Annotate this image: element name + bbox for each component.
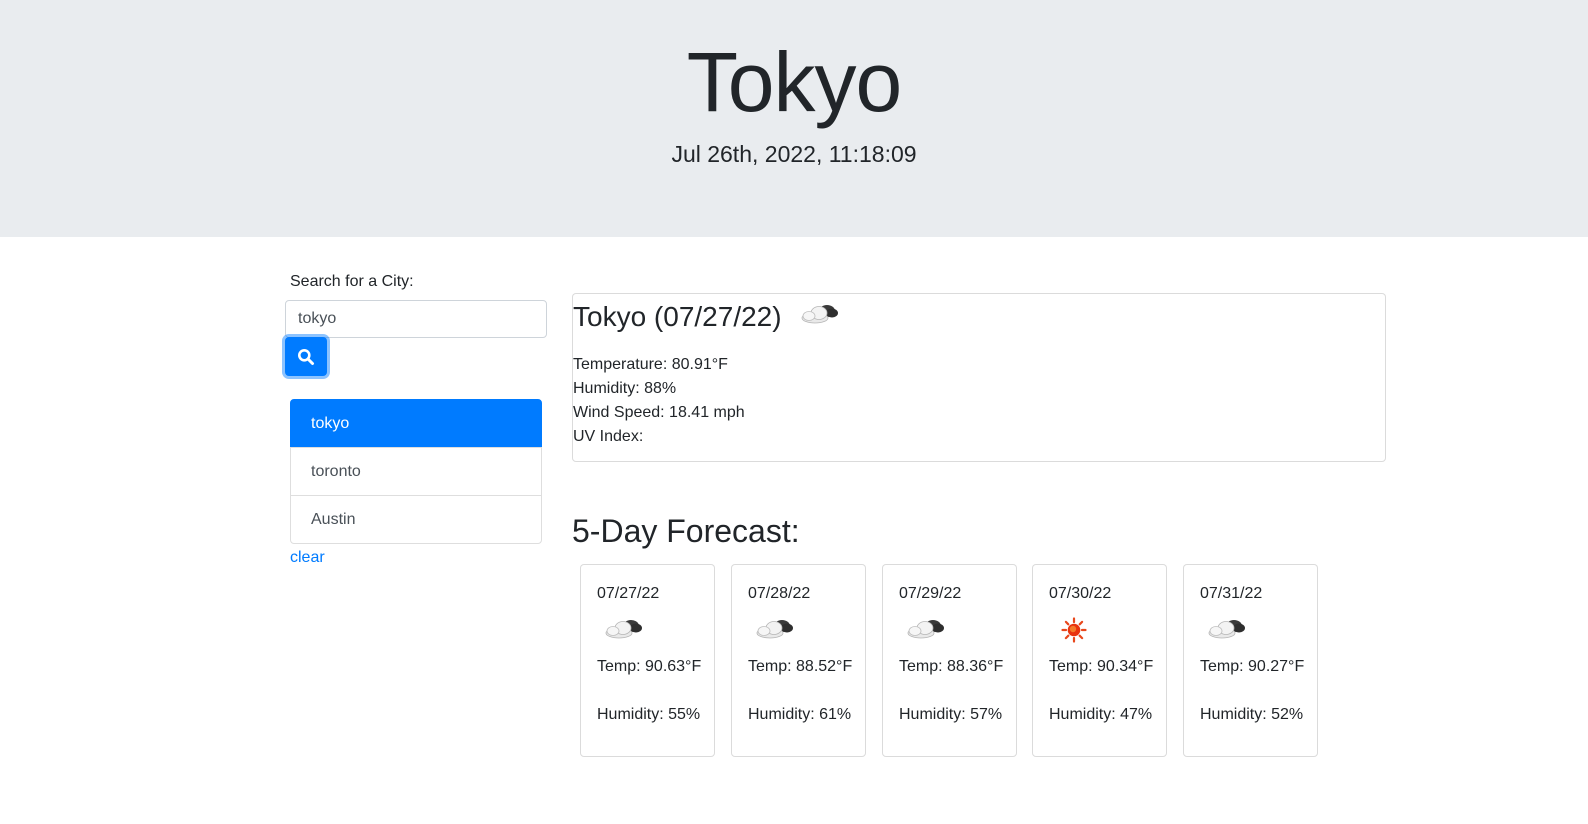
search-history-list: tokyo toronto Austin (290, 399, 542, 544)
city-search-input[interactable] (285, 300, 547, 338)
partly-cloudy-icon (752, 615, 796, 648)
forecast-card: 07/31/22 Temp: 90.27°F Humidity: 52% (1183, 564, 1318, 757)
city-title: Tokyo (686, 35, 902, 129)
search-label: Search for a City: (290, 273, 414, 290)
forecast-temp: Temp: 90.63°F (597, 658, 702, 675)
current-uv-index: UV Index: (573, 428, 644, 445)
header-banner: Tokyo Jul 26th, 2022, 11:18:09 (0, 0, 1588, 237)
forecast-date: 07/28/22 (748, 585, 811, 602)
current-weather-heading: Tokyo (07/27/22) (573, 299, 841, 337)
current-datetime: Jul 26th, 2022, 11:18:09 (671, 141, 917, 167)
forecast-humidity: Humidity: 47% (1049, 706, 1153, 723)
forecast-humidity: Humidity: 57% (899, 706, 1003, 723)
history-item-austin[interactable]: Austin (290, 495, 542, 544)
forecast-humidity: Humidity: 61% (748, 706, 852, 723)
current-city-date: Tokyo (07/27/22) (573, 301, 782, 332)
search-icon (285, 348, 327, 366)
forecast-card: 07/30/22 Temp: 90.34°F Humidity: 47% (1032, 564, 1167, 757)
forecast-date: 07/27/22 (597, 585, 660, 602)
history-item-toronto[interactable]: toronto (290, 447, 542, 496)
sun-icon (1061, 617, 1087, 648)
forecast-title: 5-Day Forecast: (572, 513, 800, 549)
clear-history-link[interactable]: clear (290, 548, 325, 568)
forecast-humidity: Humidity: 55% (597, 706, 701, 723)
forecast-card: 07/29/22 Temp: 88.36°F Humidity: 57% (882, 564, 1017, 757)
current-wind-speed: Wind Speed: 18.41 mph (573, 404, 745, 421)
current-temperature: Temperature: 80.91°F (573, 356, 728, 373)
forecast-temp: Temp: 88.36°F (899, 658, 1004, 675)
partly-cloudy-icon (601, 615, 645, 648)
forecast-date: 07/30/22 (1049, 585, 1112, 602)
forecast-temp: Temp: 90.34°F (1049, 658, 1154, 675)
search-button[interactable] (285, 337, 327, 376)
forecast-temp: Temp: 88.52°F (748, 658, 853, 675)
partly-cloudy-icon (1204, 615, 1248, 648)
current-humidity: Humidity: 88% (573, 380, 677, 397)
current-weather-card: Tokyo (07/27/22) Temperature: 80.91°F Hu… (572, 293, 1386, 462)
partly-cloudy-icon (903, 615, 947, 648)
forecast-card: 07/27/22 Temp: 90.63°F Humidity: 55% (580, 564, 715, 757)
forecast-temp: Temp: 90.27°F (1200, 658, 1305, 675)
history-item-tokyo[interactable]: tokyo (290, 399, 542, 448)
forecast-date: 07/31/22 (1200, 585, 1263, 602)
forecast-card: 07/28/22 Temp: 88.52°F Humidity: 61% (731, 564, 866, 757)
forecast-date: 07/29/22 (899, 585, 962, 602)
partly-cloudy-icon (790, 303, 842, 334)
forecast-humidity: Humidity: 52% (1200, 706, 1304, 723)
